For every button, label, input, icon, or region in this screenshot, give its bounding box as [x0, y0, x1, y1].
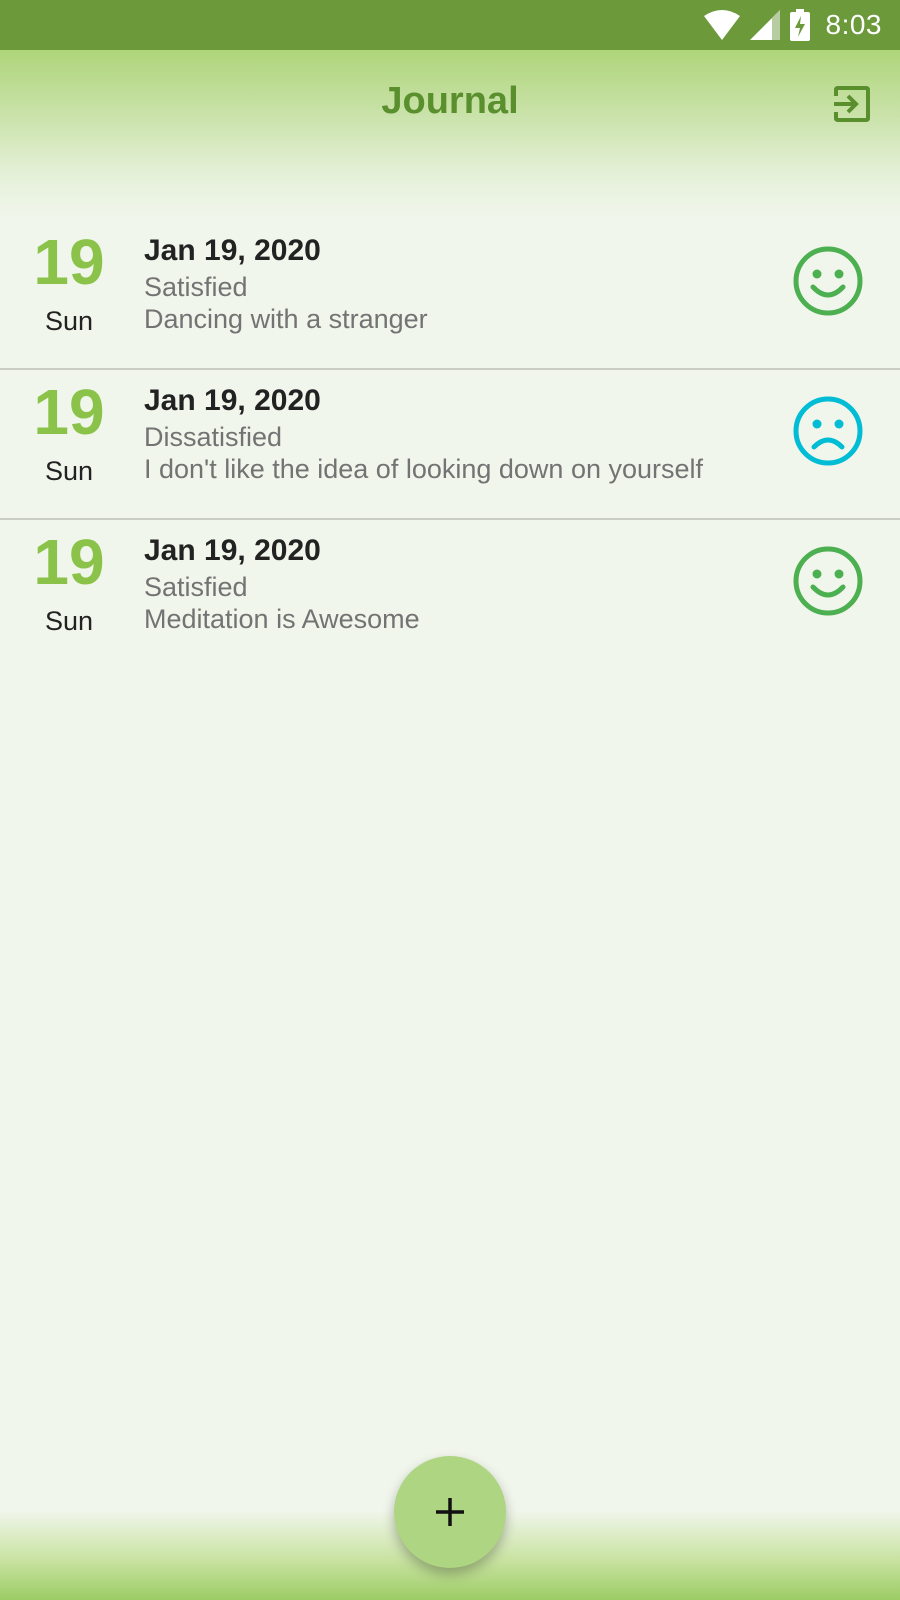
- journal-entry[interactable]: 19 Sun Jan 19, 2020 Satisfied Dancing wi…: [0, 220, 900, 370]
- smile-icon: [793, 546, 863, 616]
- entry-day-number: 19: [33, 376, 105, 448]
- add-icon: [436, 1498, 464, 1526]
- entry-mood: Satisfied: [144, 272, 248, 302]
- status-bar: 8:03: [0, 0, 900, 50]
- entry-mood: Satisfied: [144, 572, 248, 602]
- entry-date: Jan 19, 2020: [144, 384, 321, 417]
- smile-icon: [793, 246, 863, 316]
- journal-entry[interactable]: 19 Sun Jan 19, 2020 Dissatisfied I don't…: [0, 370, 900, 520]
- entry-date: Jan 19, 2020: [144, 534, 321, 567]
- entry-day-name: Sun: [44, 456, 94, 486]
- entry-day-number: 19: [33, 526, 105, 598]
- add-entry-button[interactable]: [394, 1456, 506, 1568]
- wifi-icon: [703, 10, 740, 40]
- page-title: Journal: [381, 80, 519, 122]
- battery-charging-icon: [789, 9, 810, 41]
- entry-note: I don't like the idea of looking down on…: [144, 454, 704, 484]
- journal-entry-list: 19 Sun Jan 19, 2020 Satisfied Dancing wi…: [0, 220, 900, 670]
- app-bar: Journal: [0, 50, 900, 220]
- cellular-signal-icon: [749, 10, 780, 40]
- logout-button[interactable]: [828, 80, 876, 128]
- entry-date: Jan 19, 2020: [144, 234, 321, 267]
- entry-day-name: Sun: [44, 606, 94, 636]
- entry-mood: Dissatisfied: [144, 422, 283, 452]
- entry-day-name: Sun: [44, 306, 94, 336]
- logout-icon: [834, 86, 870, 122]
- entry-note: Dancing with a stranger: [144, 304, 428, 334]
- entry-day-number: 19: [33, 226, 105, 298]
- entry-note: Meditation is Awesome: [144, 604, 420, 634]
- journal-entry[interactable]: 19 Sun Jan 19, 2020 Satisfied Meditation…: [0, 520, 900, 670]
- frown-icon: [793, 396, 863, 466]
- status-time: 8:03: [825, 9, 882, 40]
